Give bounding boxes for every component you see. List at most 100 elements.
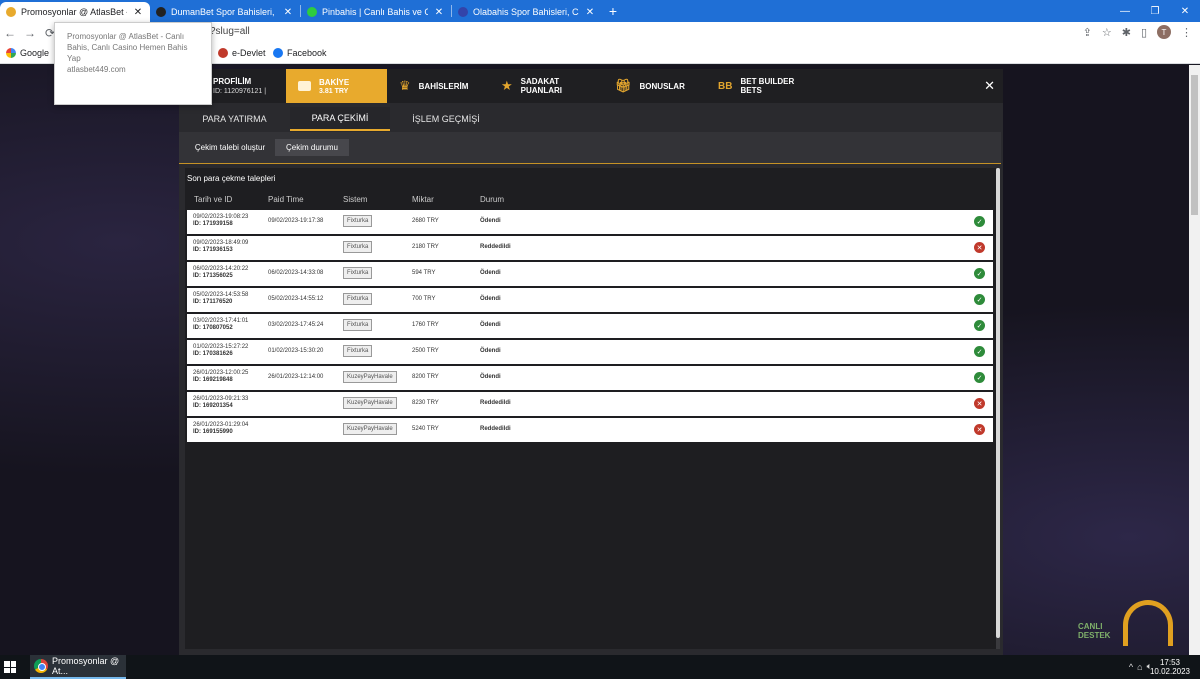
x-circle-icon: ✕ <box>974 398 985 409</box>
row-date: 26/01/2023-01:29:04 ID: 169155990 <box>193 422 249 435</box>
row-system-badge: KuzeyPayHavale <box>343 371 397 383</box>
section-title: Son para çekme talepleri <box>187 174 276 183</box>
table-row[interactable]: 26/01/2023-09:21:33 ID: 169201354 KuzeyPay… <box>187 392 993 416</box>
row-status: Reddedildi <box>480 244 511 250</box>
tab-create-withdrawal[interactable]: Çekim talebi oluştur <box>189 139 271 156</box>
header-status: Durum <box>480 195 505 204</box>
browser-tab[interactable]: Pinbahis | Canlı Bahis ve Canlı Ca ✕ <box>301 2 451 22</box>
tab-close-icon[interactable]: ✕ <box>132 7 144 18</box>
bookmark-edevlet[interactable]: e-Devlet <box>218 48 266 58</box>
modal-scrollbar[interactable] <box>996 168 1000 649</box>
row-id: ID: 171939158 <box>193 221 233 227</box>
row-system-badge: Fixturka <box>343 293 373 305</box>
row-id: ID: 170807052 <box>193 325 233 331</box>
tab-withdraw[interactable]: PARA ÇEKİMİ <box>290 107 390 131</box>
row-status: Ödendi <box>480 322 501 328</box>
close-window-icon[interactable]: ✕ <box>1170 0 1200 22</box>
table-row[interactable]: 26/01/2023-12:00:25 ID: 169219848 26/01/20… <box>187 366 993 390</box>
tab-balance[interactable]: BAKİYE 3.81 TRY <box>286 69 387 103</box>
browser-tab[interactable]: Promosyonlar @ AtlasBet - Canlı ✕ <box>0 2 150 22</box>
minimize-icon[interactable]: — <box>1110 0 1140 22</box>
row-amount: 8200 TRY <box>412 374 439 380</box>
windows-start-icon[interactable] <box>4 661 16 673</box>
share-icon[interactable]: ⇪ <box>1083 26 1092 39</box>
window-controls: — ❐ ✕ <box>1110 0 1200 22</box>
check-circle-icon: ✓ <box>974 216 985 227</box>
tab-loyalty-points[interactable]: ★ SADAKAT PUANLARI <box>489 69 603 103</box>
balance-value: 3.81 TRY <box>319 87 349 95</box>
x-circle-icon: ✕ <box>974 242 985 253</box>
row-date: 05/02/2023-14:53:58 ID: 171176520 <box>193 292 249 305</box>
tooltip-host: atlasbet449.com <box>67 65 126 74</box>
tab-close-icon[interactable]: ✕ <box>282 7 294 18</box>
tab-withdrawal-status[interactable]: Çekim durumu <box>275 139 349 156</box>
row-date: 06/02/2023-14:20:22 ID: 171356025 <box>193 266 249 279</box>
profile-id: ID: 1120976121 | <box>213 88 267 95</box>
row-status: Ödendi <box>480 270 501 276</box>
table-row[interactable]: 26/01/2023-01:29:04 ID: 169155990 KuzeyPay… <box>187 418 993 442</box>
header-system: Sistem <box>343 195 368 204</box>
table-row[interactable]: 01/02/2023-15:27:22 ID: 170381626 01/02/20… <box>187 340 993 364</box>
row-system-badge: KuzeyPayHavale <box>343 397 397 409</box>
network-icon[interactable]: ⌂ <box>1137 662 1142 672</box>
table-row[interactable]: 06/02/2023-14:20:22 ID: 171356025 06/02/20… <box>187 262 993 286</box>
taskbar-chrome-app[interactable]: Promosyonlar @ At... <box>30 655 126 679</box>
row-status: Ödendi <box>480 218 501 224</box>
sidepanel-icon[interactable]: ▯ <box>1141 26 1147 39</box>
address-bar[interactable]: ?slug=all <box>210 26 250 37</box>
withdrawals-table: 09/02/2023-19:08:23 ID: 171939158 09/02/20… <box>187 210 993 444</box>
facebook-icon <box>273 48 283 58</box>
menu-icon[interactable]: ⋮ <box>1181 26 1192 39</box>
browser-tab[interactable]: DumanBet Spor Bahisleri, Canlı B ✕ <box>150 2 300 22</box>
live-support-widget[interactable]: CANLI DESTEK <box>1068 590 1178 648</box>
tab-my-bets[interactable]: ♛ BAHİSLERİM <box>387 69 489 103</box>
trophy-icon: ♛ <box>399 78 411 93</box>
header-paid-time: Paid Time <box>268 195 304 204</box>
tab-title: Olabahis Spor Bahisleri, Canlı Bal <box>473 7 579 17</box>
tab-favicon-icon <box>307 7 317 17</box>
tab-close-icon[interactable]: ✕ <box>584 7 596 18</box>
tab-deposit[interactable]: PARA YATIRMA <box>179 107 290 131</box>
table-row[interactable]: 03/02/2023-17:41:01 ID: 170807052 03/02/20… <box>187 314 993 338</box>
forward-icon[interactable]: → <box>20 26 40 40</box>
row-paid-time: 09/02/2023-19:17:38 <box>268 218 324 224</box>
bookmark-google[interactable]: Google <box>6 48 49 58</box>
new-tab-icon[interactable]: + <box>602 3 624 19</box>
table-row[interactable]: 09/02/2023-18:49:09 ID: 171936153 Fixturka… <box>187 236 993 260</box>
gift-icon: 🎁︎ <box>615 78 632 93</box>
row-id: ID: 169155990 <box>193 429 233 435</box>
bookmark-star-icon[interactable]: ☆ <box>1102 26 1112 39</box>
row-id: ID: 169201354 <box>193 403 233 409</box>
row-date: 03/02/2023-17:41:01 ID: 170807052 <box>193 318 249 331</box>
browser-tab[interactable]: Olabahis Spor Bahisleri, Canlı Bal ✕ <box>452 2 602 22</box>
tab-transaction-history[interactable]: İŞLEM GEÇMİŞİ <box>390 107 502 131</box>
row-amount: 594 TRY <box>412 270 436 276</box>
tab-close-icon[interactable]: ✕ <box>433 7 445 18</box>
browser-tab-bar: Promosyonlar @ AtlasBet - Canlı✕DumanBet… <box>0 0 1200 22</box>
row-amount: 2180 TRY <box>412 244 439 250</box>
maximize-icon[interactable]: ❐ <box>1140 0 1170 22</box>
table-row[interactable]: 09/02/2023-19:08:23 ID: 171939158 09/02/20… <box>187 210 993 234</box>
check-circle-icon: ✓ <box>974 346 985 357</box>
back-icon[interactable]: ← <box>0 26 20 40</box>
extensions-icon[interactable]: ✱ <box>1122 26 1131 39</box>
bookmark-facebook[interactable]: Facebook <box>273 48 327 58</box>
tab-title: DumanBet Spor Bahisleri, Canlı B <box>171 7 277 17</box>
profile-avatar[interactable]: T <box>1157 25 1171 39</box>
modal-top-nav: PROFİLİM ID: 1120976121 | BAKİYE 3.81 TR… <box>179 69 1003 103</box>
row-status: Reddedildi <box>480 426 511 432</box>
row-system-badge: KuzeyPayHavale <box>343 423 397 435</box>
tray-expand-icon[interactable]: ^ <box>1129 662 1133 672</box>
page-scrollbar[interactable] <box>1189 65 1200 655</box>
taskbar-clock[interactable]: 17:53 10.02.2023 <box>1150 658 1190 676</box>
row-id: ID: 171356025 <box>193 273 233 279</box>
tab-bonuses[interactable]: 🎁︎ BONUSLAR <box>603 69 706 103</box>
table-row[interactable]: 05/02/2023-14:53:58 ID: 171176520 05/02/20… <box>187 288 993 312</box>
check-circle-icon: ✓ <box>974 372 985 383</box>
row-paid-time: 03/02/2023-17:45:24 <box>268 322 324 328</box>
modal-close-icon[interactable]: ✕ <box>984 78 995 94</box>
row-id: ID: 169219848 <box>193 377 233 383</box>
withdraw-panel-tabs: Çekim talebi oluştur Çekim durumu <box>179 132 1001 164</box>
tab-bet-builder[interactable]: BB BET BUILDER BETS <box>706 69 816 103</box>
row-date: 09/02/2023-18:49:09 ID: 171936153 <box>193 240 249 253</box>
